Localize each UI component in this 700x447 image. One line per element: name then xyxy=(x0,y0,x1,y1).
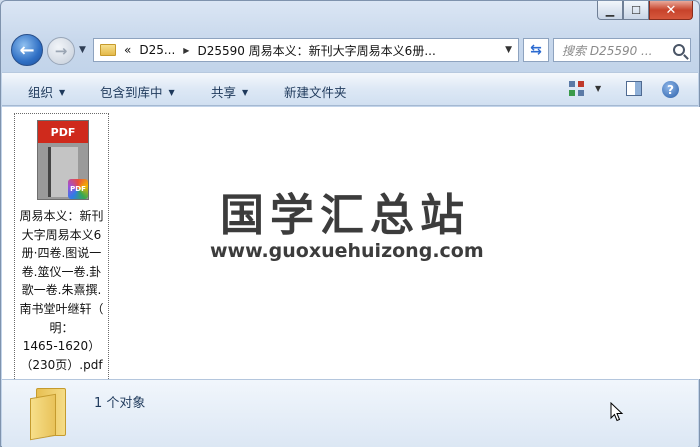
preview-pane-icon[interactable] xyxy=(626,81,642,96)
watermark-url: www.guoxuehuizong.com xyxy=(210,240,484,262)
chevron-down-icon: ▼ xyxy=(168,88,175,97)
file-list-pane[interactable]: PDF PDF 周易本义：新刊 大字周易本义6 册·四卷.图说一 卷.筮仪一卷.… xyxy=(2,107,700,381)
new-folder-button[interactable]: 新建文件夹 xyxy=(284,82,347,101)
new-folder-label: 新建文件夹 xyxy=(284,85,347,100)
pdf-thumbnail-label: PDF xyxy=(38,121,88,143)
include-in-library-label: 包含到库中 xyxy=(100,85,163,100)
minimize-button[interactable]: ▁ xyxy=(597,1,623,20)
share-menu[interactable]: 共享 ▼ xyxy=(211,82,248,101)
file-name-line: 册·四卷.图说一 xyxy=(21,246,102,261)
address-dropdown-icon[interactable]: ▼ xyxy=(505,45,512,55)
refresh-button[interactable]: ⇆ xyxy=(523,38,549,62)
watermark-title: 国学汇总站 xyxy=(220,190,470,241)
breadcrumb-separator-icon[interactable]: ▶ xyxy=(183,46,189,55)
pdf-reader-badge-icon: PDF xyxy=(68,179,88,199)
file-name-line: （230页）.pdf xyxy=(20,357,103,372)
command-bar: 组织 ▼ 包含到库中 ▼ 共享 ▼ 新建文件夹 ▼ ? xyxy=(2,72,698,106)
navigation-bar: ← → ▼ « D25... ▶ D25590 周易本义：新刊大字周易本义6册.… xyxy=(9,34,691,68)
item-count: 1 个对象 xyxy=(94,396,146,411)
help-icon[interactable]: ? xyxy=(662,81,679,98)
back-button[interactable]: ← xyxy=(11,34,43,66)
caption-buttons: ▁ ☐ ✕ xyxy=(597,1,693,20)
search-placeholder: 搜索 D25590 ... xyxy=(562,43,653,58)
maximize-button[interactable]: ☐ xyxy=(623,1,649,20)
file-name-line: 卷.筮仪一卷.卦 xyxy=(21,264,102,279)
breadcrumb-root[interactable]: D25... xyxy=(139,43,175,57)
close-button[interactable]: ✕ xyxy=(649,1,693,20)
file-item-pdf[interactable]: PDF PDF 周易本义：新刊 大字周易本义6 册·四卷.图说一 卷.筮仪一卷.… xyxy=(14,113,109,381)
file-name-line: 周易本义：新刊 xyxy=(19,209,104,223)
recent-pages-dropdown-icon[interactable]: ▼ xyxy=(79,45,86,55)
organize-label: 组织 xyxy=(28,85,54,100)
view-options-dropdown-icon[interactable]: ▼ xyxy=(595,84,601,93)
explorer-window: ▁ ☐ ✕ ← → ▼ « D25... ▶ D25590 周易本义：新刊大字周… xyxy=(0,0,700,447)
include-in-library-menu[interactable]: 包含到库中 ▼ xyxy=(100,82,175,101)
file-name-line: 1465-1620） xyxy=(22,339,101,354)
organize-menu[interactable]: 组织 ▼ xyxy=(28,82,65,101)
file-name-line: 南书堂叶继轩（ xyxy=(19,301,104,316)
details-pane: 1 个对象 xyxy=(2,379,698,447)
file-name-line: 歌一卷.朱熹撰. xyxy=(21,283,102,298)
breadcrumb-current[interactable]: D25590 周易本义：新刊大字周易本义6册... xyxy=(197,42,435,59)
folder-icon xyxy=(100,44,116,56)
file-name-line: 明： xyxy=(49,320,74,335)
folder-icon xyxy=(30,388,70,441)
file-name: 周易本义：新刊 大字周易本义6 册·四卷.图说一 卷.筮仪一卷.卦 歌一卷.朱熹… xyxy=(15,207,108,374)
breadcrumb-overflow[interactable]: « xyxy=(124,43,131,57)
chevron-down-icon: ▼ xyxy=(59,88,66,97)
pdf-thumbnail: PDF PDF xyxy=(37,120,89,200)
address-bar[interactable]: « D25... ▶ D25590 周易本义：新刊大字周易本义6册... ▼ xyxy=(93,38,519,62)
file-name-line: 大字周易本义6 xyxy=(21,227,102,242)
search-input[interactable]: 搜索 D25590 ... xyxy=(553,38,691,62)
change-view-icon[interactable] xyxy=(569,81,585,97)
share-label: 共享 xyxy=(211,85,237,100)
forward-button[interactable]: → xyxy=(47,37,75,65)
chevron-down-icon: ▼ xyxy=(242,88,249,97)
search-icon[interactable] xyxy=(673,44,685,56)
